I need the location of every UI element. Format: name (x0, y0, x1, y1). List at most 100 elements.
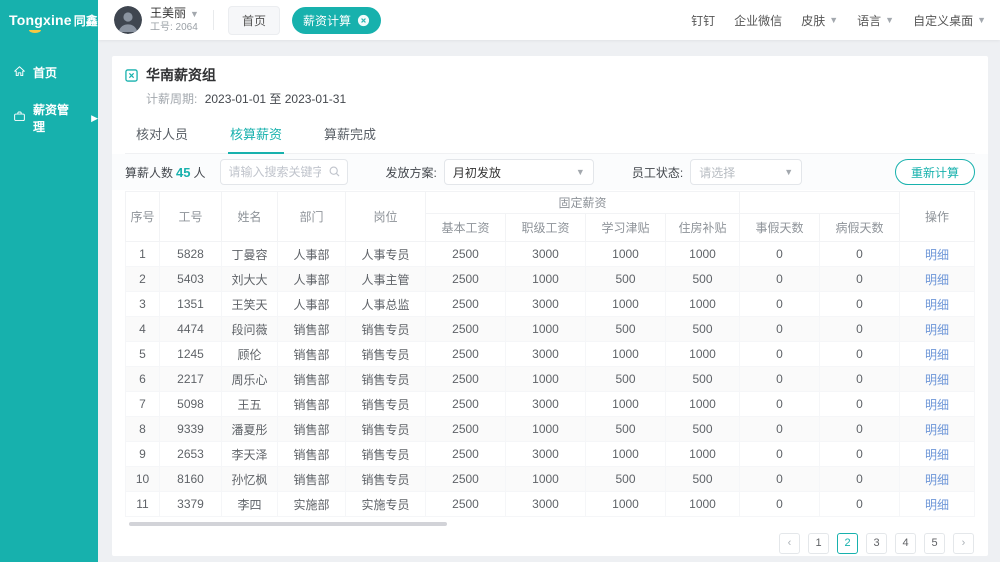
table-cell: 1000 (586, 492, 666, 517)
table-cell: 11 (126, 492, 160, 517)
horizontal-scrollbar[interactable] (129, 522, 447, 526)
table-cell: 销售部 (278, 367, 346, 392)
pagination-page-4[interactable]: 4 (895, 533, 916, 554)
column-subheader: 职级工资 (506, 214, 586, 242)
table-cell-action: 明细 (900, 367, 975, 392)
table-cell: 0 (740, 442, 820, 467)
exit-group-icon[interactable] (125, 69, 138, 82)
table-cell: 2500 (426, 467, 506, 492)
tab-核算薪资[interactable]: 核算薪资 (228, 116, 284, 154)
header-menu-语言[interactable]: 语言▼ (857, 12, 894, 29)
home-icon (13, 65, 26, 81)
close-circle-icon[interactable] (357, 14, 370, 27)
detail-link[interactable]: 明细 (925, 323, 949, 337)
table-cell: 人事部 (278, 267, 346, 292)
user-menu[interactable]: 王美丽▼ 工号: 2064 (150, 6, 199, 35)
detail-link[interactable]: 明细 (925, 398, 949, 412)
column-group-empty (740, 192, 900, 214)
header-divider (213, 10, 214, 30)
table-cell-action: 明细 (900, 242, 975, 267)
table-cell-action: 明细 (900, 342, 975, 367)
chevron-down-icon: ▼ (977, 15, 986, 25)
table-cell: 0 (740, 342, 820, 367)
detail-link[interactable]: 明细 (925, 498, 949, 512)
pagination-prev[interactable]: ‹ (779, 533, 800, 554)
tab-算薪完成[interactable]: 算薪完成 (322, 116, 378, 153)
table-cell: 1000 (506, 267, 586, 292)
workspace-tab-首页[interactable]: 首页 (228, 6, 280, 35)
sidebar-item-home[interactable]: 首页 (0, 54, 98, 91)
detail-link[interactable]: 明细 (925, 473, 949, 487)
table-row: 25403刘大大人事部人事主管2500100050050000明细 (126, 267, 975, 292)
status-select[interactable]: 请选择 ▼ (690, 159, 802, 185)
header-menu-皮肤[interactable]: 皮肤▼ (801, 12, 838, 29)
pagination-page-3[interactable]: 3 (866, 533, 887, 554)
table-cell: 9 (126, 442, 160, 467)
table-cell: 丁曼容 (222, 242, 278, 267)
chevron-right-icon: ▶ (91, 114, 98, 123)
period-label: 计薪周期: (146, 92, 197, 106)
detail-link[interactable]: 明细 (925, 273, 949, 287)
pagination-page-5[interactable]: 5 (924, 533, 945, 554)
filter-bar: 算薪人数 45 人 发放方案: 月初发放 ▼ 员工状态: 请选 (112, 154, 988, 190)
recalculate-button[interactable]: 重新计算 (895, 159, 975, 185)
detail-link[interactable]: 明细 (925, 348, 949, 362)
table-cell: 销售部 (278, 467, 346, 492)
app-logo: Tongxine 同鑫 (0, 0, 98, 40)
workspace-tab-薪资计算[interactable]: 薪资计算 (292, 7, 381, 34)
table-row: 108160孙忆枫销售部销售专员2500100050050000明细 (126, 467, 975, 492)
header-menu-钉钉[interactable]: 钉钉 (691, 12, 715, 29)
chevron-down-icon: ▼ (190, 9, 199, 19)
column-subheader: 住房补贴 (666, 214, 740, 242)
table-cell: 2500 (426, 242, 506, 267)
header-right-menu: 钉钉 企业微信 皮肤▼ 语言▼ 自定义桌面▼ (691, 12, 986, 29)
table-cell: 500 (586, 267, 666, 292)
table-cell: 0 (820, 342, 900, 367)
count-label: 算薪人数 (125, 164, 173, 181)
chevron-down-icon: ▼ (784, 167, 793, 177)
sidebar-item-payroll[interactable]: 薪资管理 ▶ (0, 91, 98, 145)
sidebar-item-label: 薪资管理 (33, 101, 79, 135)
table-row: 62217周乐心销售部销售专员2500100050050000明细 (126, 367, 975, 392)
table-cell: 销售专员 (346, 317, 426, 342)
table-cell: 销售专员 (346, 367, 426, 392)
table-cell: 0 (740, 242, 820, 267)
pagination-page-1[interactable]: 1 (808, 533, 829, 554)
avatar[interactable] (114, 6, 142, 34)
table-cell: 1245 (160, 342, 222, 367)
table-cell-action: 明细 (900, 292, 975, 317)
table-cell: 9339 (160, 417, 222, 442)
table-cell: 实施专员 (346, 492, 426, 517)
content-tabs: 核对人员 核算薪资 算薪完成 (125, 116, 975, 154)
table-cell: 2 (126, 267, 160, 292)
table-cell: 销售部 (278, 442, 346, 467)
table-cell: 0 (820, 367, 900, 392)
status-label: 员工状态: (632, 164, 683, 181)
detail-link[interactable]: 明细 (925, 373, 949, 387)
column-header: 姓名 (222, 192, 278, 242)
plan-label: 发放方案: (386, 164, 437, 181)
table-cell: 3000 (506, 292, 586, 317)
detail-link[interactable]: 明细 (925, 298, 949, 312)
detail-link[interactable]: 明细 (925, 448, 949, 462)
column-group-fixed-salary: 固定薪资 (426, 192, 740, 214)
column-subheader: 学习津贴 (586, 214, 666, 242)
tab-核对人员[interactable]: 核对人员 (134, 116, 190, 153)
header-menu-企业微信[interactable]: 企业微信 (734, 12, 782, 29)
table-cell: 2500 (426, 267, 506, 292)
column-header: 工号 (160, 192, 222, 242)
table-cell: 5403 (160, 267, 222, 292)
table-cell: 1000 (586, 242, 666, 267)
pagination-page-2[interactable]: 2 (837, 533, 858, 554)
table-cell: 8 (126, 417, 160, 442)
logo-text-cn: 同鑫 (74, 12, 98, 29)
header-menu-自定义桌面[interactable]: 自定义桌面▼ (913, 12, 986, 29)
plan-select[interactable]: 月初发放 ▼ (444, 159, 594, 185)
detail-link[interactable]: 明细 (925, 423, 949, 437)
table-cell: 3 (126, 292, 160, 317)
user-name: 王美丽 (150, 6, 186, 20)
detail-link[interactable]: 明细 (925, 248, 949, 262)
pagination-next[interactable]: › (953, 533, 974, 554)
page-title: 华南薪资组 (146, 65, 216, 85)
table-cell: 500 (586, 467, 666, 492)
